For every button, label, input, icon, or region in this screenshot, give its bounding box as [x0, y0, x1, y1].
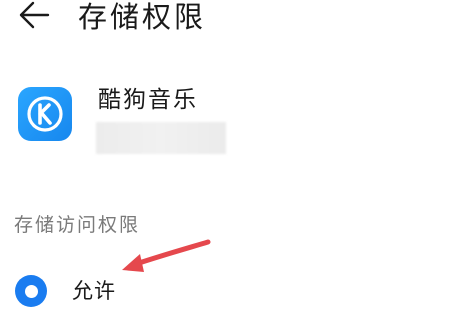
annotation-arrow-icon — [122, 239, 211, 272]
page-title: 存储权限 — [78, 0, 207, 34]
app-name: 酷狗音乐 — [98, 87, 198, 113]
storage-permission-screen: 存储权限 酷狗音乐 存储访问权限 允许 — [0, 0, 472, 320]
arrow-left-icon — [17, 0, 51, 34]
app-version-redacted — [96, 122, 226, 154]
radio-button-selected[interactable] — [14, 274, 48, 308]
kugou-k-icon — [18, 87, 72, 141]
back-button[interactable] — [12, 0, 56, 34]
